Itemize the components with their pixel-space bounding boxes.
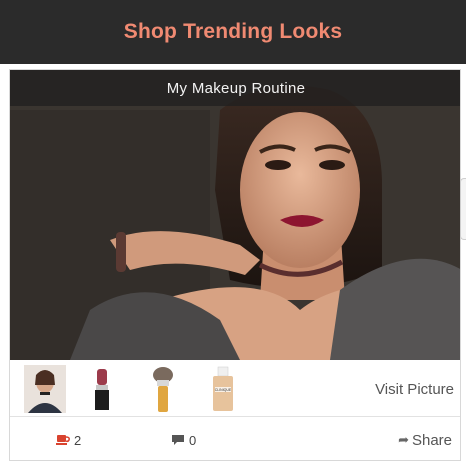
- product-strip: CLINIQUE Visit Picture: [10, 361, 460, 417]
- comment-count-value: 0: [189, 432, 197, 448]
- comment-icon: [171, 434, 185, 446]
- model-illustration: [10, 70, 460, 360]
- look-card: My Makeup Routine CLINIQUE Visit Picture…: [9, 69, 461, 461]
- like-count[interactable]: 2: [56, 418, 82, 460]
- share-label: Share: [411, 431, 452, 449]
- look-photo[interactable]: My Makeup Routine: [10, 70, 460, 360]
- product-thumb-lipstick[interactable]: [82, 365, 124, 413]
- side-scroll-handle[interactable]: [460, 178, 466, 240]
- like-count-value: 2: [74, 432, 82, 448]
- visit-picture-link[interactable]: Visit Picture: [375, 361, 454, 417]
- comment-count[interactable]: 0: [171, 418, 197, 460]
- svg-text:CLINIQUE: CLINIQUE: [215, 388, 232, 392]
- post-actions: 2 0 ➦ Share: [10, 418, 460, 460]
- product-thumb-brush[interactable]: [142, 365, 184, 413]
- app-header: Shop Trending Looks: [0, 0, 466, 64]
- product-thumb-choker[interactable]: [24, 365, 66, 413]
- page-title: Shop Trending Looks: [123, 20, 343, 43]
- share-button[interactable]: ➦ Share: [398, 418, 452, 460]
- product-thumb-foundation[interactable]: CLINIQUE: [202, 365, 244, 413]
- share-arrow-icon: ➦: [398, 432, 409, 447]
- look-caption: My Makeup Routine: [10, 70, 460, 106]
- like-icon: [56, 434, 70, 446]
